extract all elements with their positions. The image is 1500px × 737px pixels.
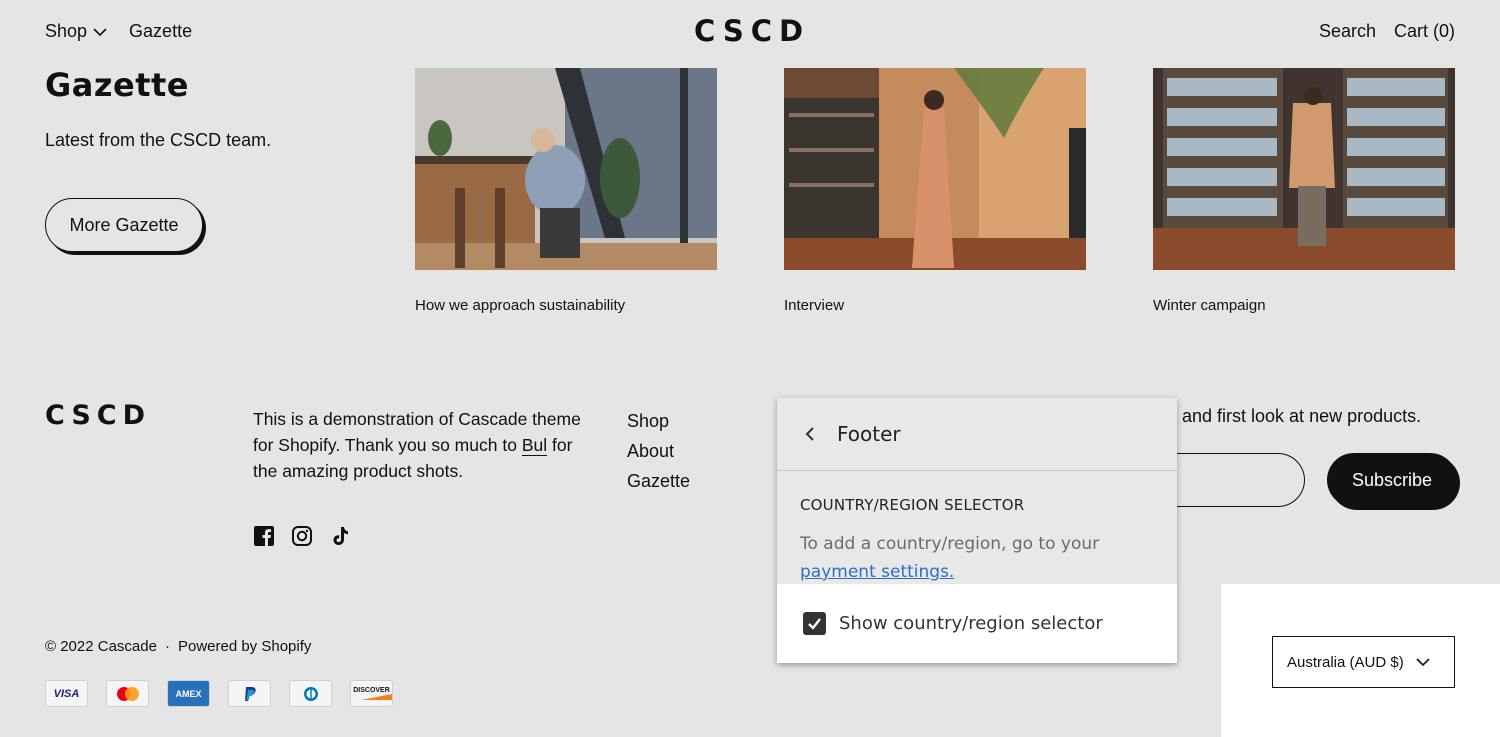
copyright: © 2022 Cascade · Powered by Shopify bbox=[45, 638, 311, 655]
header-actions: Search Cart (0) bbox=[1319, 21, 1455, 42]
bul-link[interactable]: Bul bbox=[521, 435, 548, 456]
payment-settings-link[interactable]: payment settings. bbox=[800, 562, 954, 582]
nav-shop-label: Shop bbox=[45, 21, 88, 41]
site-logo[interactable]: CSCD bbox=[694, 14, 810, 48]
article-card[interactable]: Interview bbox=[784, 68, 1086, 314]
discover-icon: DISCOVER bbox=[350, 680, 393, 707]
amex-icon: AMEX bbox=[167, 680, 210, 707]
popup-header: Footer bbox=[777, 398, 1177, 471]
article-image[interactable] bbox=[784, 68, 1086, 270]
gazette-heading: Gazette bbox=[45, 66, 189, 104]
country-select[interactable]: Australia (AUD $) bbox=[1272, 636, 1455, 688]
instagram-icon[interactable] bbox=[291, 525, 313, 547]
separator: · bbox=[164, 638, 170, 655]
footer-link-gazette[interactable]: Gazette bbox=[627, 466, 690, 496]
nav-shop[interactable]: Shop bbox=[45, 21, 107, 42]
main-nav: Shop Gazette bbox=[45, 21, 192, 42]
chevron-left-icon[interactable] bbox=[803, 427, 817, 441]
gazette-subtitle: Latest from the CSCD team. bbox=[45, 130, 272, 150]
footer-links: Shop About Gazette bbox=[627, 406, 690, 496]
mastercard-icon bbox=[106, 680, 149, 707]
copyright-text: © 2022 Cascade bbox=[45, 638, 157, 655]
footer-about: This is a demonstration of Cascade theme… bbox=[253, 406, 583, 484]
article-caption[interactable]: How we approach sustainability bbox=[415, 297, 625, 314]
chevron-down-icon bbox=[93, 27, 107, 36]
newsletter-text: and first look at new products. bbox=[1182, 406, 1422, 426]
article-image[interactable] bbox=[415, 68, 717, 270]
search-link[interactable]: Search bbox=[1319, 21, 1376, 42]
popup-title: Footer bbox=[837, 422, 901, 446]
article-caption[interactable]: Winter campaign bbox=[1153, 297, 1266, 314]
article-card[interactable]: Winter campaign bbox=[1153, 68, 1455, 314]
powered-by-link[interactable]: Powered by Shopify bbox=[178, 638, 311, 655]
article-caption[interactable]: Interview bbox=[784, 297, 844, 314]
chevron-down-icon bbox=[1416, 658, 1430, 667]
diners-club-icon bbox=[289, 680, 332, 707]
social-links bbox=[253, 525, 351, 547]
more-gazette-button[interactable]: More Gazette bbox=[45, 198, 203, 252]
nav-gazette[interactable]: Gazette bbox=[129, 21, 192, 42]
checkmark-icon bbox=[808, 618, 821, 630]
subscribe-button[interactable]: Subscribe bbox=[1327, 453, 1457, 507]
footer-link-shop[interactable]: Shop bbox=[627, 406, 690, 436]
show-country-selector-checkbox[interactable] bbox=[803, 612, 826, 635]
checkbox-label: Show country/region selector bbox=[839, 613, 1103, 634]
site-header: Shop Gazette CSCD Search Cart (0) bbox=[0, 0, 1500, 64]
nav-gazette-label: Gazette bbox=[129, 21, 193, 41]
paypal-icon bbox=[228, 680, 271, 707]
section-info: To add a country/region, go to your paym… bbox=[800, 530, 1150, 586]
footer-settings-popup: Footer COUNTRY/REGION SELECTOR To add a … bbox=[777, 398, 1177, 663]
country-selector-area: Australia (AUD $) bbox=[1221, 584, 1500, 737]
info-text: To add a country/region, go to your bbox=[800, 534, 1100, 554]
section-heading: COUNTRY/REGION SELECTOR bbox=[800, 496, 1025, 514]
facebook-icon[interactable] bbox=[253, 525, 275, 547]
country-select-value: Australia (AUD $) bbox=[1287, 653, 1404, 671]
visa-icon: VISA bbox=[45, 680, 88, 707]
show-country-selector-row[interactable]: Show country/region selector bbox=[777, 584, 1177, 663]
cart-link[interactable]: Cart (0) bbox=[1394, 21, 1455, 42]
article-image[interactable] bbox=[1153, 68, 1455, 270]
footer-link-about[interactable]: About bbox=[627, 436, 690, 466]
payment-icons: VISA AMEX DISCOVER bbox=[45, 680, 393, 707]
footer-logo[interactable]: CSCD bbox=[45, 400, 151, 431]
article-card[interactable]: How we approach sustainability bbox=[415, 68, 717, 314]
tiktok-icon[interactable] bbox=[329, 525, 351, 547]
